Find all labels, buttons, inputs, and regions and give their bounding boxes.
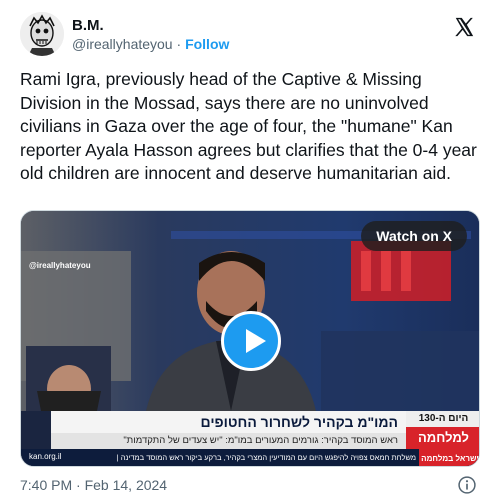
video-watermark: @ireallyhateyou bbox=[29, 261, 91, 270]
news-lower-third: המו"מ בקהיר לשחרור החטופים ראש המוסד בקה… bbox=[21, 411, 479, 466]
info-icon[interactable] bbox=[457, 475, 477, 495]
display-name[interactable]: B.M. bbox=[72, 17, 229, 35]
video-player[interactable]: @ireallyhateyou Watch on X המו"מ בקהיר ל… bbox=[20, 210, 480, 467]
ticker-text: משלחת חמאס צפויה להיפגש היום עם המודיעין… bbox=[116, 453, 416, 462]
war-day-count: היום ה-130 bbox=[406, 411, 479, 427]
follow-button[interactable]: Follow bbox=[185, 36, 229, 52]
author-names: B.M. @ireallyhateyou · Follow bbox=[72, 17, 229, 53]
war-day-badge: היום ה-130 למלחמה bbox=[406, 411, 479, 449]
news-headline: המו"מ בקהיר לשחרור החטופים bbox=[51, 411, 406, 433]
ticker-tag: ישראל במלחמה bbox=[419, 449, 479, 466]
tweet-text: Rami Igra, previously head of the Captiv… bbox=[20, 69, 477, 183]
tweet-header: B.M. @ireallyhateyou · Follow bbox=[20, 12, 479, 60]
tweet-card: B.M. @ireallyhateyou · Follow Rami Igra,… bbox=[0, 0, 493, 503]
news-ticker: kan.org.il משלחת חמאס צפויה להיפגש היום … bbox=[21, 449, 479, 466]
x-logo-icon[interactable] bbox=[453, 16, 475, 38]
handle-row: @ireallyhateyou · Follow bbox=[72, 35, 229, 53]
broadcaster-logo-icon bbox=[21, 411, 51, 449]
handle-separator: · bbox=[176, 36, 182, 52]
tweet-timestamp[interactable]: 7:40 PM · Feb 14, 2024 bbox=[20, 477, 167, 493]
avatar[interactable] bbox=[20, 12, 64, 56]
play-icon[interactable] bbox=[221, 311, 281, 371]
ticker-site: kan.org.il bbox=[29, 452, 62, 461]
news-subheadline: ראש המוסד בקהיר: גורמים המעורים במו"מ: "… bbox=[51, 433, 406, 449]
war-day-label: למלחמה bbox=[406, 427, 479, 449]
watch-on-x-button[interactable]: Watch on X bbox=[361, 221, 467, 251]
avatar-sketch-icon bbox=[20, 12, 64, 56]
handle[interactable]: @ireallyhateyou bbox=[72, 36, 173, 52]
